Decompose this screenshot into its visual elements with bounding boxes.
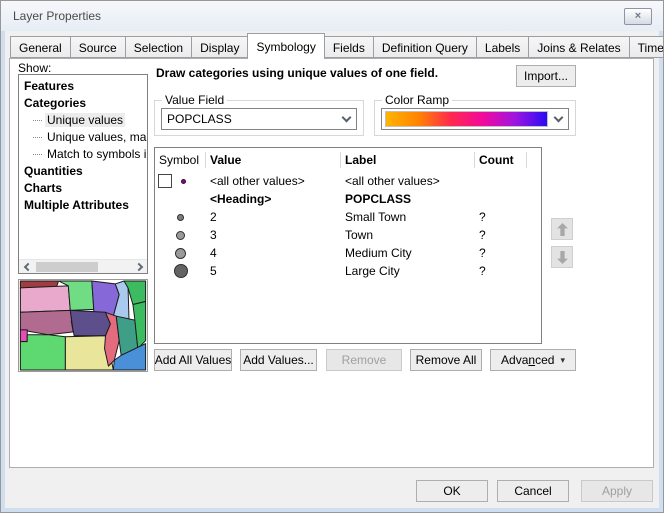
col-count: Count [475,152,527,168]
add-all-values-button[interactable]: Add All Values [154,349,232,371]
show-item-charts[interactable]: Charts [19,180,147,197]
scrollbar-thumb[interactable] [36,262,98,272]
tab-strip: General Source Selection Display Symbolo… [10,36,664,58]
col-value: Value [206,152,341,168]
show-item-match-symbols[interactable]: Match to symbols in a [19,146,147,163]
tab-joins-relates[interactable]: Joins & Relates [528,36,629,58]
show-item-multiple-attributes[interactable]: Multiple Attributes [19,197,147,214]
table-header: Symbol Value Label Count [155,148,541,172]
remove-all-button[interactable]: Remove All [410,349,482,371]
tab-display[interactable]: Display [191,36,248,58]
tab-definition-query[interactable]: Definition Query [373,36,477,58]
tab-fields[interactable]: Fields [324,36,374,58]
tab-general[interactable]: General [10,36,71,58]
map-preview [18,279,148,372]
table-row-heading[interactable]: <Heading> POPCLASS [155,190,541,208]
add-values-button[interactable]: Add Values... [240,349,317,371]
draw-categories-description: Draw categories using unique values of o… [156,66,438,80]
show-listbox: Features Categories Unique values Unique… [18,74,148,274]
chevron-down-icon[interactable] [548,109,568,129]
table-row[interactable]: 2 Small Town ? [155,208,541,226]
tab-labels[interactable]: Labels [476,36,529,58]
class-2-symbol[interactable] [177,214,184,221]
class-5-symbol[interactable] [174,264,188,278]
tab-source[interactable]: Source [70,36,126,58]
chevron-down-icon[interactable] [336,109,356,129]
all-other-values-symbol[interactable] [181,179,186,184]
arrow-up-icon [557,223,568,236]
table-row[interactable]: 3 Town ? [155,226,541,244]
show-list: Features Categories Unique values Unique… [19,75,147,259]
table-row[interactable]: 5 Large City ? [155,262,541,280]
horizontal-scrollbar[interactable] [19,259,147,273]
ok-button[interactable]: OK [416,480,488,502]
close-icon: × [635,11,641,22]
title-bar: Layer Properties × [1,1,663,31]
tab-symbology[interactable]: Symbology [247,33,324,59]
symbology-page: Show: Features Categories Unique values … [9,58,654,468]
show-item-unique-values-many[interactable]: Unique values, many [19,129,147,146]
value-field-combobox[interactable]: POPCLASS [161,108,357,130]
col-symbol: Symbol [155,152,206,168]
window-title: Layer Properties [13,9,101,23]
map-preview-svg [19,280,147,371]
value-field-legend: Value Field [162,93,227,107]
color-ramp-legend: Color Ramp [382,93,452,107]
color-ramp-gradient [385,111,548,127]
import-button[interactable]: Import... [516,65,576,87]
dropdown-arrow-icon: ▾ [560,355,565,366]
table-row[interactable]: 4 Medium City ? [155,244,541,262]
advanced-button[interactable]: Advanced ▾ [490,349,576,371]
color-ramp-combobox[interactable] [381,108,569,130]
categories-table: Symbol Value Label Count <all other valu… [154,147,542,344]
scroll-left-arrow-icon[interactable] [19,260,34,273]
class-3-symbol[interactable] [176,231,185,240]
dialog-body: General Source Selection Display Symbolo… [5,31,659,508]
show-label: Show: [18,61,51,75]
show-item-features[interactable]: Features [19,78,147,95]
move-down-button[interactable] [551,246,573,268]
cancel-button[interactable]: Cancel [497,480,569,502]
color-ramp-groupbox: Color Ramp [374,100,576,136]
layer-properties-dialog: Layer Properties × General Source Select… [0,0,664,513]
move-up-button[interactable] [551,218,573,240]
show-item-unique-values[interactable]: Unique values [19,112,147,129]
show-item-categories[interactable]: Categories [19,95,147,112]
tab-selection[interactable]: Selection [125,36,192,58]
arrow-down-icon [557,251,568,264]
table-row[interactable]: <all other values> <all other values> [155,172,541,190]
apply-button[interactable]: Apply [581,480,653,502]
all-other-values-checkbox[interactable] [158,174,172,188]
value-field-groupbox: Value Field POPCLASS [154,100,364,136]
show-item-quantities[interactable]: Quantities [19,163,147,180]
tab-time[interactable]: Time [629,36,664,58]
value-field-value: POPCLASS [162,112,336,126]
scroll-right-arrow-icon[interactable] [132,260,147,273]
class-4-symbol[interactable] [175,248,186,259]
close-button[interactable]: × [624,8,652,25]
remove-button[interactable]: Remove [326,349,402,371]
col-label: Label [341,152,475,168]
